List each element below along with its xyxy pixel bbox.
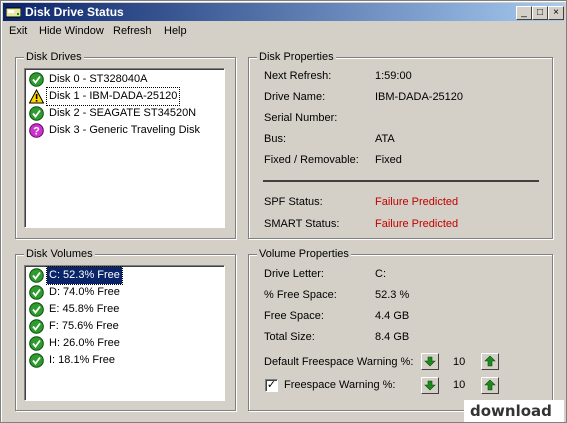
total-size-label: Total Size: <box>264 331 315 343</box>
menu-hide-window[interactable]: Hide Window <box>39 25 104 37</box>
freespace-warning-decrease-button[interactable] <box>421 377 439 394</box>
green-check-icon <box>29 72 44 87</box>
disk-properties-legend: Disk Properties <box>257 51 336 63</box>
disk-drive-app-icon <box>6 7 21 18</box>
default-warning-label: Default Freespace Warning %: <box>264 356 414 368</box>
percent-free-value: 52.3 % <box>375 289 410 301</box>
serial-number-label: Serial Number: <box>264 112 338 124</box>
default-warning-value: 10 <box>453 356 466 368</box>
percent-free-label: % Free Space: <box>264 289 337 301</box>
arrow-up-icon <box>484 355 496 367</box>
next-refresh-value: 1:59:00 <box>375 70 412 82</box>
green-check-icon <box>29 268 44 283</box>
volume-properties-legend: Volume Properties <box>257 248 351 260</box>
green-check-icon <box>29 353 44 368</box>
disk-drives-list[interactable]: Disk 0 - ST328040A Disk 1 - IBM-DADA-251… <box>24 68 225 228</box>
volume-properties-group: Volume Properties Drive Letter: C: % Fre… <box>248 248 553 411</box>
question-icon: ? <box>29 123 44 138</box>
close-button[interactable]: × <box>548 6 564 20</box>
bus-value: ATA <box>375 133 395 145</box>
arrow-up-icon <box>484 379 496 391</box>
warning-icon <box>29 89 44 104</box>
drive-name-label: Drive Name: <box>264 91 326 103</box>
freespace-warning-checkbox[interactable]: ✓ <box>265 379 278 392</box>
freespace-warning-value: 10 <box>453 379 466 391</box>
disk-volumes-group: Disk Volumes C: 52.3% Free D: 74.0% Free <box>15 248 236 411</box>
default-warning-increase-button[interactable] <box>481 353 499 370</box>
green-check-icon <box>29 302 44 317</box>
disk-drives-group: Disk Drives Disk 0 - ST328040A Disk 1 - … <box>15 51 236 239</box>
maximize-button[interactable]: □ <box>532 6 548 20</box>
disk-volumes-list[interactable]: C: 52.3% Free D: 74.0% Free E: 45.8% Fre… <box>24 265 225 401</box>
free-space-label: Free Space: <box>264 310 324 322</box>
spf-status-value: Failure Predicted <box>375 196 459 208</box>
smart-status-value: Failure Predicted <box>375 218 459 230</box>
divider <box>263 180 539 182</box>
minimize-button[interactable]: _ <box>516 6 532 20</box>
drive-letter-label: Drive Letter: <box>264 268 324 280</box>
menu-exit[interactable]: Exit <box>9 25 27 37</box>
freespace-warning-increase-button[interactable] <box>481 377 499 394</box>
arrow-down-icon <box>424 380 436 391</box>
disk-properties-group: Disk Properties Next Refresh: 1:59:00 Dr… <box>248 51 553 239</box>
menu-help[interactable]: Help <box>164 25 187 37</box>
green-check-icon <box>29 106 44 121</box>
green-check-icon <box>29 285 44 300</box>
main-window: Disk Drive Status _ □ × Exit Hide Window… <box>0 0 567 423</box>
free-space-value: 4.4 GB <box>375 310 410 322</box>
bus-label: Bus: <box>264 133 287 145</box>
fixed-removable-label: Fixed / Removable: <box>264 154 359 166</box>
watermark-logo: download <box>464 400 564 422</box>
window-title: Disk Drive Status <box>25 5 124 19</box>
title-bar[interactable]: Disk Drive Status _ □ × <box>3 3 564 21</box>
next-refresh-label: Next Refresh: <box>264 70 332 82</box>
fixed-removable-value: Fixed <box>375 154 402 166</box>
freespace-warning-label: Freespace Warning %: <box>284 379 396 391</box>
menu-refresh[interactable]: Refresh <box>113 25 152 37</box>
green-check-icon <box>29 336 44 351</box>
total-size-value: 8.4 GB <box>375 331 410 343</box>
disk-drives-legend: Disk Drives <box>24 51 84 63</box>
svg-text:?: ? <box>33 126 40 138</box>
menu-bar: Exit Hide Window Refresh Help <box>3 22 564 40</box>
spf-status-label: SPF Status: <box>264 196 323 208</box>
drive-letter-value: C: <box>375 268 386 280</box>
arrow-down-icon <box>424 356 436 367</box>
smart-status-label: SMART Status: <box>264 218 340 230</box>
green-check-icon <box>29 319 44 334</box>
disk-volumes-legend: Disk Volumes <box>24 248 95 260</box>
drive-name-value: IBM-DADA-25120 <box>375 91 464 103</box>
default-warning-decrease-button[interactable] <box>421 353 439 370</box>
